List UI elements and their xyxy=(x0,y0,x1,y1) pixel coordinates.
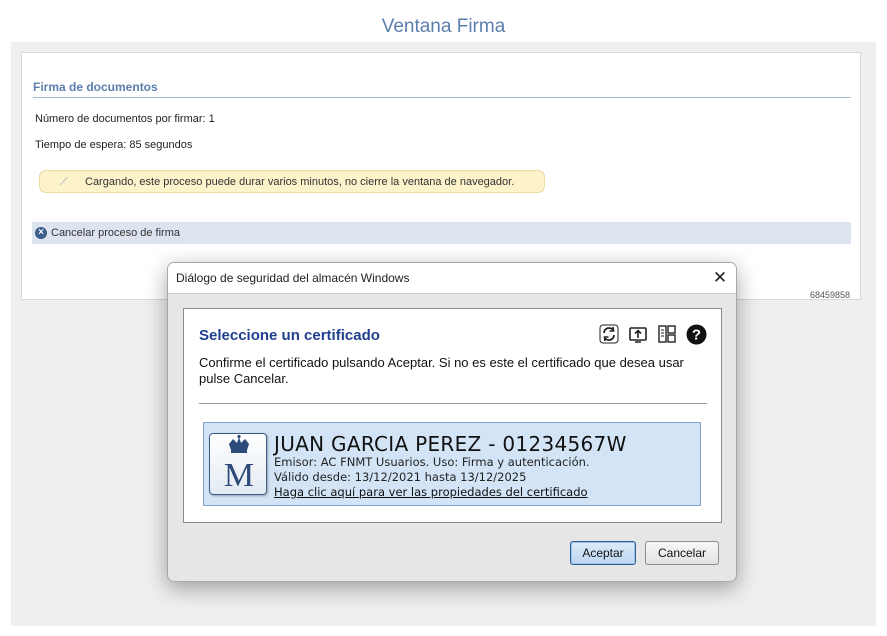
certificate-properties-link[interactable]: Haga clic aquí para ver las propiedades … xyxy=(274,485,588,499)
close-icon[interactable]: ✕ xyxy=(704,263,736,293)
svg-text:M: M xyxy=(224,457,254,494)
fnmt-logo-icon: M xyxy=(209,433,267,495)
section-title: Firma de documentos xyxy=(33,80,851,98)
reference-number: 68459858 xyxy=(809,290,850,300)
cancel-button[interactable]: Cancelar xyxy=(645,541,719,565)
dialog-content: Seleccione un certificado ? Confirme el … xyxy=(183,308,722,523)
dialog-toolbar: ? xyxy=(598,323,707,345)
loading-notice: ⟋ Cargando, este proceso puede durar var… xyxy=(39,170,545,193)
certificate-issuer: Emisor: AC FNMT Usuarios. Uso: Firma y a… xyxy=(274,455,590,469)
cancel-icon: × xyxy=(35,227,47,239)
select-certificate-title: Seleccione un certificado xyxy=(199,327,380,344)
cancel-signing-button[interactable]: × Cancelar proceso de firma xyxy=(32,222,851,244)
help-icon[interactable]: ? xyxy=(685,323,707,345)
divider xyxy=(199,403,707,404)
dialog-instructions: Confirme el certificado pulsando Aceptar… xyxy=(199,355,684,386)
refresh-icon[interactable] xyxy=(598,323,620,345)
page-title: Ventana Firma xyxy=(381,16,506,37)
loading-message: Cargando, este proceso puede durar vario… xyxy=(85,175,515,188)
cancel-signing-label: Cancelar proceso de firma xyxy=(51,227,181,239)
documents-count: Número de documentos por firmar: 1 xyxy=(35,113,215,125)
dialog-titlebar: Diálogo de seguridad del almacén Windows… xyxy=(168,263,736,294)
svg-text:?: ? xyxy=(691,326,700,343)
import-icon[interactable] xyxy=(627,323,649,345)
accept-button[interactable]: Aceptar xyxy=(570,541,636,565)
certificate-name: JUAN GARCIA PEREZ - 01234567W xyxy=(274,432,627,456)
dialog-title: Diálogo de seguridad del almacén Windows xyxy=(176,271,410,285)
certificate-item[interactable]: M JUAN GARCIA PEREZ - 01234567W Emisor: … xyxy=(203,422,701,506)
certificate-validity: Válido desde: 13/12/2021 hasta 13/12/202… xyxy=(274,470,527,484)
loading-icon: ⟋ xyxy=(60,175,68,188)
wait-time: Tiempo de espera: 85 segundos xyxy=(35,139,193,151)
details-icon[interactable] xyxy=(656,323,678,345)
certificate-dialog: Diálogo de seguridad del almacén Windows… xyxy=(167,262,737,582)
